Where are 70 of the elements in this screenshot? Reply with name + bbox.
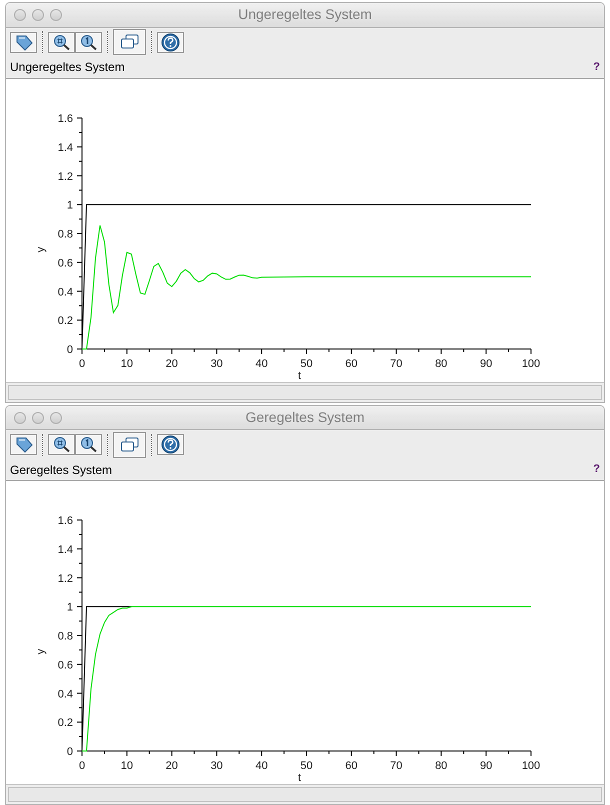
tick-label: 60 xyxy=(345,760,358,772)
magnifier-one-icon xyxy=(80,436,98,454)
tick-label: 30 xyxy=(210,760,223,772)
tick-label: 1.6 xyxy=(58,515,73,528)
tick-label: 70 xyxy=(390,358,402,370)
help-button[interactable] xyxy=(157,32,184,53)
tick-label: 0 xyxy=(66,746,73,758)
tick-label: 0.6 xyxy=(58,256,73,269)
tick-label: 40 xyxy=(255,358,268,370)
tick-label: 10 xyxy=(120,358,134,370)
tick-label: 50 xyxy=(300,358,313,370)
help-button[interactable] xyxy=(157,434,184,456)
window-title: Geregeltes System xyxy=(245,408,365,427)
window-title: Ungeregeltes System xyxy=(238,5,372,24)
unzoom-button[interactable] xyxy=(75,434,102,456)
help-mark[interactable]: ? xyxy=(593,58,600,76)
tick-label: 0.4 xyxy=(58,688,73,700)
tick-label: 20 xyxy=(166,358,178,370)
tick-label: 90 xyxy=(480,760,492,772)
help-icon xyxy=(161,32,180,52)
figure-label: Ungeregeltes System xyxy=(10,59,125,76)
datatip-button[interactable] xyxy=(113,432,146,458)
tick-label: 1.2 xyxy=(58,170,73,182)
zoom-button[interactable] xyxy=(48,434,75,456)
tick-label: 100 xyxy=(522,760,540,772)
tick-label: 20 xyxy=(166,760,178,772)
magnifier-one-icon xyxy=(80,34,98,51)
zoom-button[interactable] xyxy=(48,32,75,53)
tick-label: 1.4 xyxy=(58,544,73,556)
tick-label: 50 xyxy=(300,760,313,772)
tick-label: 1.6 xyxy=(58,112,73,125)
windows-icon xyxy=(120,436,140,453)
rotate-icon xyxy=(14,436,34,454)
tick-label: 10 xyxy=(120,760,134,772)
tick-label: 0.2 xyxy=(58,717,73,730)
tick-label: 40 xyxy=(255,760,268,772)
rotate-icon xyxy=(14,34,34,51)
figure-label: Geregeltes System xyxy=(10,462,112,479)
help-mark[interactable]: ? xyxy=(593,461,600,478)
magnifier-grid-icon xyxy=(52,34,70,51)
rotate-tool-button[interactable] xyxy=(10,32,37,53)
datatip-button[interactable] xyxy=(113,29,146,56)
tick-label: 80 xyxy=(435,358,448,370)
unzoom-button[interactable] xyxy=(75,32,102,53)
tick-label: 0 xyxy=(78,358,86,370)
tick-label: 0 xyxy=(78,760,86,772)
tick-label: 1.2 xyxy=(58,572,73,585)
tick-label: 0 xyxy=(66,344,73,356)
tick-label: 1 xyxy=(66,199,73,212)
tick-label: 30 xyxy=(210,358,223,370)
axis-label: y xyxy=(35,246,47,252)
axis-label: t xyxy=(298,370,302,382)
tick-label: 0.2 xyxy=(58,314,73,327)
tick-label: 80 xyxy=(435,760,448,772)
tick-label: 90 xyxy=(480,358,492,370)
tick-label: 60 xyxy=(345,358,358,370)
windows-icon xyxy=(120,34,140,50)
tick-label: 70 xyxy=(390,760,402,772)
tick-label: 100 xyxy=(522,358,540,370)
rotate-tool-button[interactable] xyxy=(10,434,37,456)
tick-label: 1 xyxy=(66,602,73,614)
tick-label: 0.8 xyxy=(58,228,73,240)
tick-label: 0.8 xyxy=(58,630,73,643)
magnifier-grid-icon xyxy=(52,436,70,454)
axis-label: y xyxy=(35,649,47,654)
tick-label: 0.4 xyxy=(58,286,73,298)
tick-label: 0.6 xyxy=(58,659,73,672)
help-icon xyxy=(161,435,180,454)
axis-label: t xyxy=(298,772,302,784)
tick-label: 1.4 xyxy=(58,141,73,154)
